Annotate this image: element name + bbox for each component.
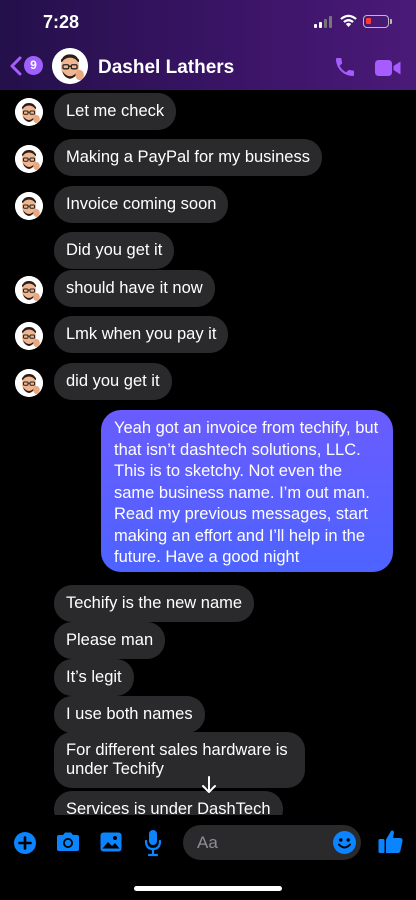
camera-icon[interactable] [55, 831, 81, 853]
wifi-icon [340, 14, 357, 27]
contact-name[interactable]: Dashel Lathers [98, 57, 234, 79]
received-message[interactable]: Techify is the new name [54, 585, 255, 622]
sent-message[interactable]: Yeah got an invoice from techify, but th… [101, 410, 393, 572]
sender-avatar[interactable] [15, 369, 43, 397]
received-message[interactable]: For different sales hardware is under Te… [54, 732, 305, 788]
image-icon[interactable] [99, 830, 123, 854]
home-indicator [134, 886, 282, 891]
contact-avatar[interactable] [52, 48, 88, 84]
phone-icon[interactable] [333, 55, 357, 79]
thumbs-up-icon[interactable] [377, 828, 404, 855]
video-camera-icon[interactable] [374, 58, 402, 78]
emoji-icon[interactable] [332, 830, 357, 855]
received-message[interactable]: did you get it [54, 363, 172, 400]
chevron-left-icon [10, 56, 22, 76]
received-message[interactable]: Invoice coming soon [54, 186, 229, 223]
plus-icon[interactable] [13, 831, 37, 855]
cellular-signal-icon [314, 16, 334, 28]
status-time: 7:28 [43, 12, 80, 32]
sender-avatar[interactable] [15, 145, 43, 173]
sender-avatar[interactable] [15, 276, 43, 304]
received-message[interactable]: should have it now [54, 270, 215, 307]
received-message[interactable]: Let me check [54, 93, 177, 130]
chat-header: 7:28 9 Dashel Lathers [0, 0, 416, 90]
back-button[interactable]: 9 [10, 56, 44, 80]
received-message[interactable]: It’s legit [54, 659, 134, 696]
sender-avatar[interactable] [15, 98, 43, 126]
received-message[interactable]: Lmk when you pay it [54, 316, 229, 353]
sender-avatar[interactable] [15, 322, 43, 350]
status-bar: 7:28 [0, 0, 416, 44]
microphone-icon[interactable] [144, 829, 162, 857]
unread-count-badge: 9 [24, 56, 43, 75]
sender-avatar[interactable] [15, 192, 43, 220]
received-message[interactable]: I use both names [54, 696, 205, 733]
arrow-down-icon[interactable] [198, 774, 220, 796]
received-message[interactable]: Making a PayPal for my business [54, 139, 322, 176]
battery-icon [363, 15, 392, 28]
received-message[interactable]: Please man [54, 622, 166, 659]
received-message[interactable]: Did you get it [54, 232, 175, 269]
